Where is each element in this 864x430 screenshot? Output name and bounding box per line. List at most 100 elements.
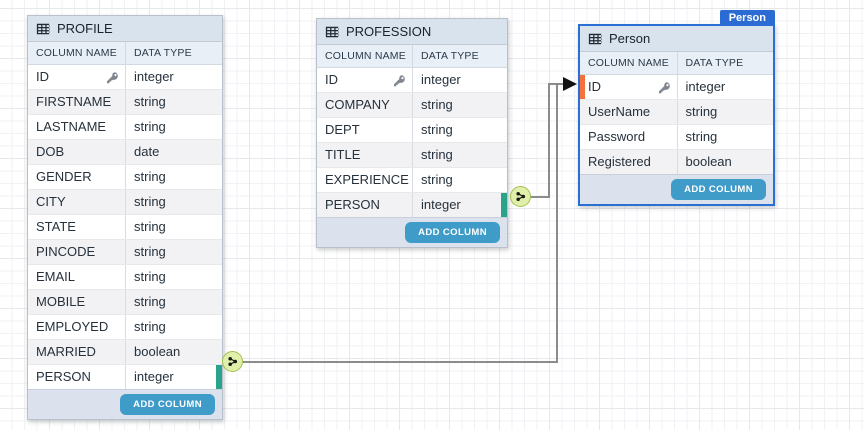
data-type-cell: string — [412, 143, 507, 167]
column-headers: COLUMN NAME DATA TYPE — [28, 42, 222, 65]
column-type: string — [134, 319, 166, 334]
column-type: string — [421, 147, 453, 162]
table-profession-header[interactable]: PROFESSION — [317, 19, 507, 45]
add-column-button[interactable]: ADD COLUMN — [671, 179, 766, 200]
table-row[interactable]: ID integer — [580, 75, 773, 100]
column-name: COMPANY — [325, 93, 390, 117]
table-row[interactable]: CITY string — [28, 190, 222, 215]
table-icon — [36, 22, 50, 36]
column-name-cell: EMPLOYED — [28, 315, 125, 339]
data-type-header: DATA TYPE — [125, 42, 222, 64]
column-name-cell: ID — [28, 65, 125, 89]
table-profile-header[interactable]: PROFILE — [28, 16, 222, 42]
column-name-cell: DOB — [28, 140, 125, 164]
data-type-cell: string — [677, 125, 774, 149]
table-row[interactable]: MARRIED boolean — [28, 340, 222, 365]
table-row[interactable]: COMPANY string — [317, 93, 507, 118]
data-type-header: DATA TYPE — [412, 45, 507, 67]
table-row[interactable]: DEPT string — [317, 118, 507, 143]
data-type-cell: integer — [125, 365, 222, 389]
column-name: UserName — [588, 100, 650, 124]
column-type: string — [686, 104, 718, 119]
table-row[interactable]: MOBILE string — [28, 290, 222, 315]
table-rows: ID integer COMPANY string DEPT stri — [317, 68, 507, 217]
share-icon — [514, 190, 527, 203]
data-type-cell: string — [677, 100, 774, 124]
column-name-cell: PERSON — [28, 365, 125, 389]
table-title: PROFESSION — [346, 24, 431, 39]
column-name-header: COLUMN NAME — [317, 45, 412, 67]
data-type-cell: string — [125, 240, 222, 264]
add-column-button[interactable]: ADD COLUMN — [405, 222, 500, 243]
column-type: string — [421, 97, 453, 112]
table-row[interactable]: EXPERIENCE string — [317, 168, 507, 193]
column-name-cell: UserName — [580, 100, 677, 124]
column-type: string — [134, 269, 166, 284]
column-name-cell: ID — [580, 75, 677, 99]
table-icon — [588, 32, 602, 46]
data-type-cell: string — [125, 265, 222, 289]
table-row[interactable]: ID integer — [28, 65, 222, 90]
column-type: date — [134, 144, 159, 159]
column-name: DOB — [36, 140, 64, 164]
data-type-cell: string — [412, 93, 507, 117]
table-footer: ADD COLUMN — [317, 217, 507, 247]
table-row[interactable]: PINCODE string — [28, 240, 222, 265]
primary-key-icon — [393, 74, 406, 87]
table-row[interactable]: PERSON integer — [28, 365, 222, 389]
column-name: CITY — [36, 190, 66, 214]
data-type-cell: integer — [412, 193, 507, 217]
table-row[interactable]: GENDER string — [28, 165, 222, 190]
column-name: Registered — [588, 150, 651, 174]
table-row[interactable]: TITLE string — [317, 143, 507, 168]
connection-port-profession-person[interactable] — [510, 186, 531, 207]
table-row[interactable]: UserName string — [580, 100, 773, 125]
table-person[interactable]: Person Person COLUMN NAME DATA TYPE ID i… — [578, 24, 775, 206]
table-row[interactable]: PERSON integer — [317, 193, 507, 217]
data-type-cell: string — [125, 190, 222, 214]
column-type: string — [134, 119, 166, 134]
column-name-header: COLUMN NAME — [28, 42, 125, 64]
column-name: MARRIED — [36, 340, 96, 364]
column-type: integer — [686, 79, 726, 94]
data-type-cell: integer — [125, 65, 222, 89]
column-type: string — [134, 244, 166, 259]
column-type: string — [134, 194, 166, 209]
column-type: string — [134, 219, 166, 234]
diagram-canvas[interactable]: PROFILE COLUMN NAME DATA TYPE ID integer… — [0, 0, 864, 430]
table-row[interactable]: LASTNAME string — [28, 115, 222, 140]
column-name: PERSON — [325, 193, 380, 217]
column-type: integer — [421, 72, 461, 87]
connection-port-profile-person[interactable] — [222, 351, 243, 372]
table-rows: ID integer FIRSTNAME string LASTNAME — [28, 65, 222, 389]
primary-key-icon — [658, 81, 671, 94]
add-column-button[interactable]: ADD COLUMN — [120, 394, 215, 415]
table-row[interactable]: DOB date — [28, 140, 222, 165]
data-type-cell: string — [125, 165, 222, 189]
column-type: string — [134, 94, 166, 109]
table-title: Person — [609, 31, 650, 46]
data-type-cell: string — [125, 215, 222, 239]
table-row[interactable]: FIRSTNAME string — [28, 90, 222, 115]
table-badge: Person — [720, 10, 775, 25]
column-name: EMAIL — [36, 265, 75, 289]
table-row[interactable]: STATE string — [28, 215, 222, 240]
column-name-cell: ID — [317, 68, 412, 92]
column-type: string — [134, 294, 166, 309]
table-icon — [325, 25, 339, 39]
table-profession[interactable]: PROFESSION COLUMN NAME DATA TYPE ID inte… — [316, 18, 508, 248]
table-person-header[interactable]: Person — [580, 26, 773, 52]
table-profile[interactable]: PROFILE COLUMN NAME DATA TYPE ID integer… — [27, 15, 223, 420]
column-headers: COLUMN NAME DATA TYPE — [580, 52, 773, 75]
share-icon — [226, 355, 239, 368]
data-type-cell: date — [125, 140, 222, 164]
table-title: PROFILE — [57, 21, 113, 36]
table-row[interactable]: EMAIL string — [28, 265, 222, 290]
column-name-cell: PINCODE — [28, 240, 125, 264]
table-row[interactable]: Password string — [580, 125, 773, 150]
column-name: Password — [588, 125, 645, 149]
data-type-cell: string — [125, 90, 222, 114]
table-row[interactable]: EMPLOYED string — [28, 315, 222, 340]
table-row[interactable]: ID integer — [317, 68, 507, 93]
table-row[interactable]: Registered boolean — [580, 150, 773, 174]
